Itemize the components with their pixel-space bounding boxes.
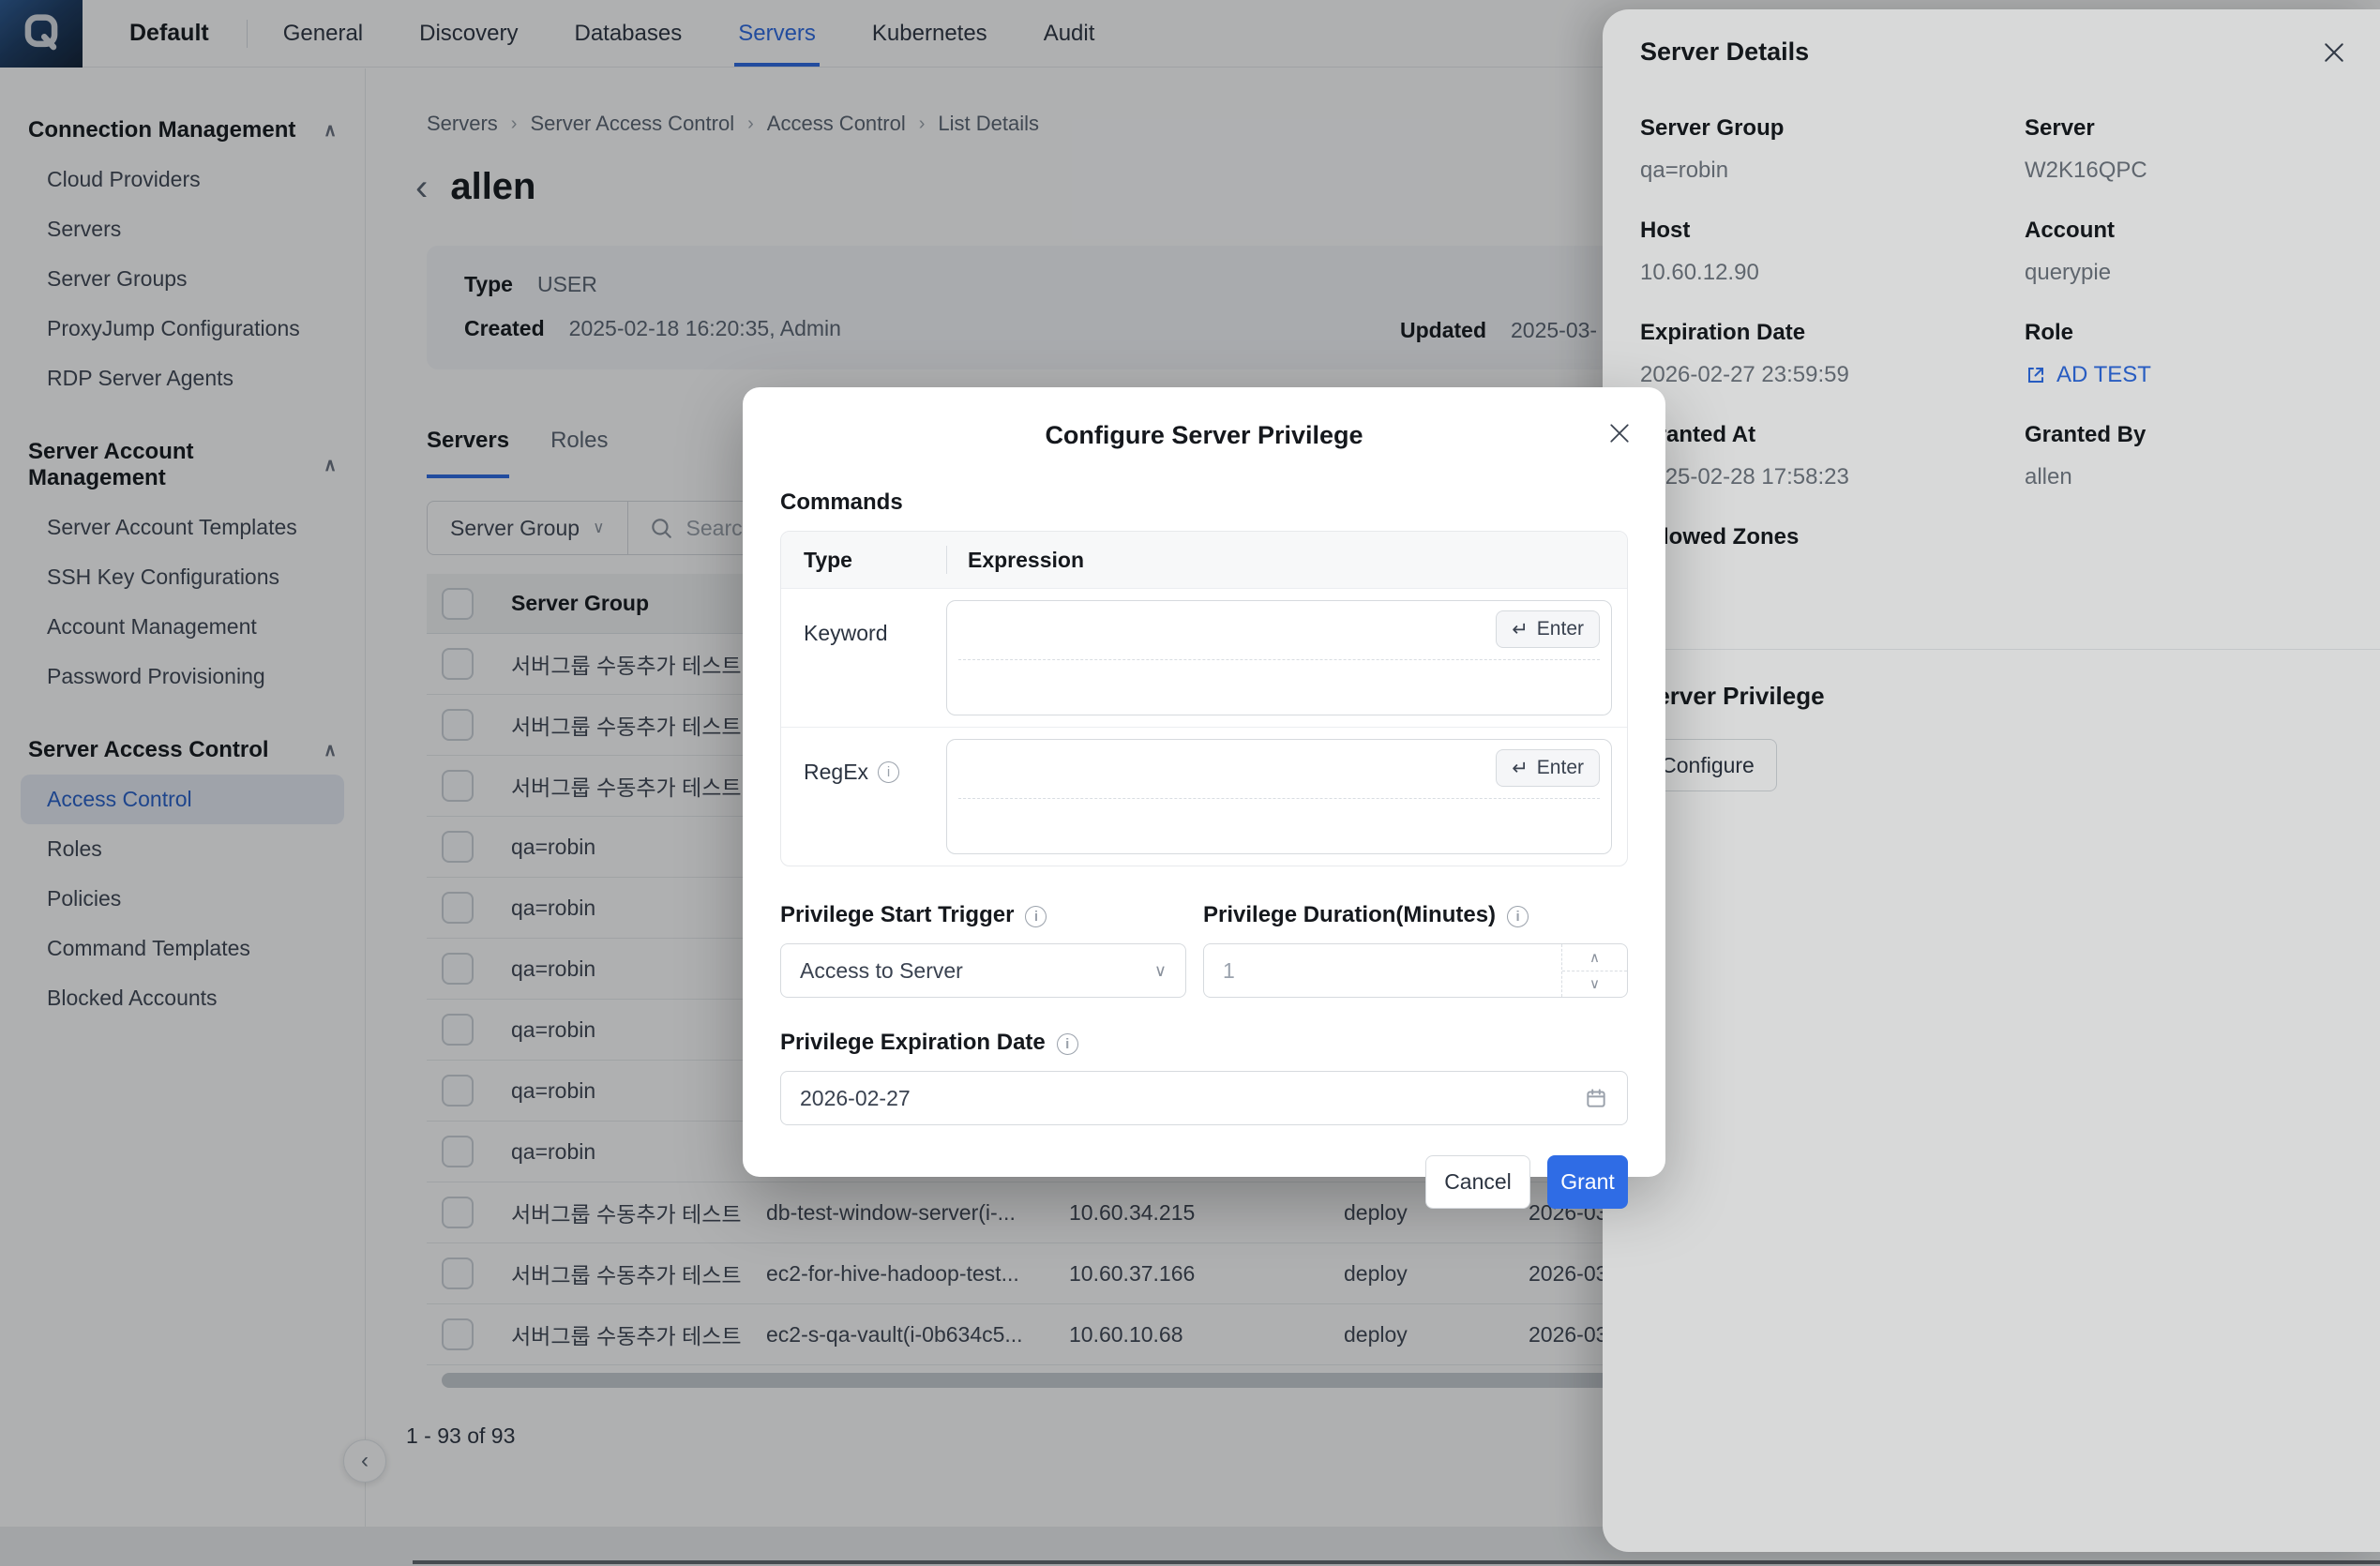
enter-icon: ↵ [1512, 757, 1529, 780]
duration-value: 1 [1223, 958, 1235, 984]
expiration-value: 2026-02-27 [800, 1086, 911, 1111]
commands-table-header: Type Expression [781, 532, 1627, 588]
duration-input[interactable]: 1 ∧ ∨ [1203, 943, 1628, 998]
expiration-label: Privilege Expiration Date [780, 1030, 1046, 1056]
trigger-label: Privilege Start Trigger [780, 902, 1014, 928]
enter-icon: ↵ [1512, 618, 1529, 641]
info-icon[interactable]: i [878, 761, 899, 783]
keyword-expression-input[interactable]: ↵ Enter [946, 600, 1612, 715]
regex-label: RegEx i [781, 739, 946, 854]
regex-enter-button[interactable]: ↵ Enter [1496, 749, 1600, 787]
trigger-field: Privilege Start Trigger i Access to Serv… [780, 902, 1186, 998]
grant-button[interactable]: Grant [1547, 1155, 1628, 1209]
cancel-button[interactable]: Cancel [1425, 1155, 1530, 1209]
close-icon[interactable] [1605, 419, 1634, 447]
info-icon[interactable]: i [1057, 1033, 1078, 1055]
keyword-enter-button[interactable]: ↵ Enter [1496, 610, 1600, 648]
calendar-icon [1584, 1086, 1608, 1110]
info-icon[interactable]: i [1507, 906, 1529, 927]
keyword-label: Keyword [781, 600, 946, 715]
info-icon[interactable]: i [1025, 906, 1047, 927]
duration-stepper: ∧ ∨ [1561, 944, 1627, 997]
duration-label: Privilege Duration(Minutes) [1203, 902, 1496, 928]
expiration-field: Privilege Expiration Date i 2026-02-27 [780, 1030, 1628, 1125]
configure-server-privilege-modal: Configure Server Privilege Commands Type… [743, 387, 1665, 1177]
keyword-row: Keyword ↵ Enter [781, 588, 1627, 727]
trigger-value: Access to Server [800, 958, 963, 984]
trigger-select[interactable]: Access to Server ∨ [780, 943, 1186, 998]
commands-label: Commands [780, 489, 1628, 516]
regex-expression-input[interactable]: ↵ Enter [946, 739, 1612, 854]
commands-table: Type Expression Keyword ↵ Enter RegEx [780, 531, 1628, 866]
stepper-down-button[interactable]: ∨ [1562, 971, 1627, 998]
modal-header: Configure Server Privilege [780, 421, 1628, 450]
column-type: Type [781, 548, 946, 573]
expiration-date-input[interactable]: 2026-02-27 [780, 1071, 1628, 1125]
regex-row: RegEx i ↵ Enter [781, 727, 1627, 866]
modal-actions: Cancel Grant [780, 1155, 1628, 1209]
chevron-down-icon: ∨ [1154, 961, 1167, 981]
stepper-up-button[interactable]: ∧ [1562, 944, 1627, 971]
modal-title: Configure Server Privilege [1045, 421, 1363, 449]
duration-field: Privilege Duration(Minutes) i 1 ∧ ∨ [1203, 902, 1628, 998]
trigger-duration-row: Privilege Start Trigger i Access to Serv… [780, 902, 1628, 998]
column-expression: Expression [947, 548, 1084, 573]
